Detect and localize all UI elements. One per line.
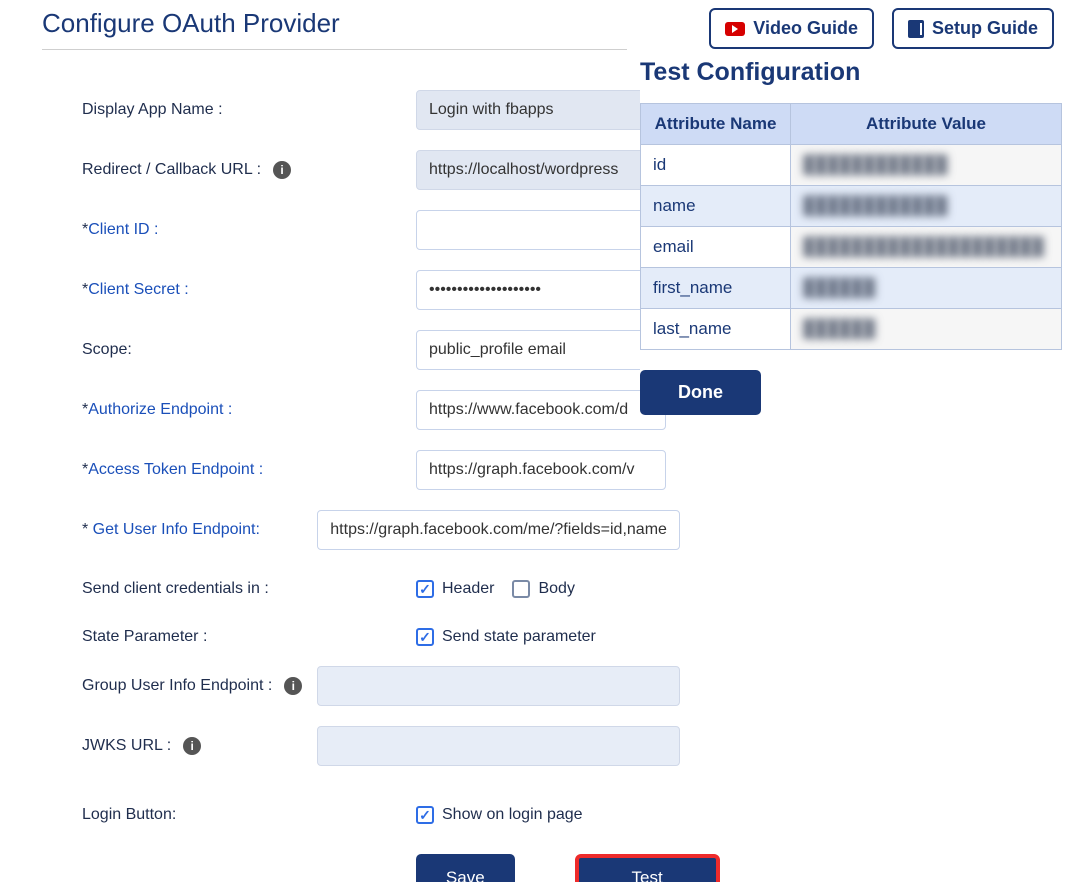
attr-name-cell: email [641, 227, 791, 268]
label-group-userinfo: Group User Info Endpoint : i [82, 677, 317, 695]
attribute-table: Attribute Name Attribute Value id███████… [640, 103, 1062, 350]
display-app-name-input[interactable] [416, 90, 666, 130]
done-button[interactable]: Done [640, 370, 761, 415]
test-configuration-button[interactable]: Test Configuration [575, 854, 720, 882]
book-icon [908, 20, 924, 38]
table-row: last_name██████ [641, 309, 1062, 350]
label-client-id: *Client ID : [82, 221, 416, 239]
label-send-credentials: Send client credentials in : [82, 580, 416, 598]
label-login-button: Login Button: [82, 806, 416, 824]
attr-value-cell: ██████ [791, 268, 1062, 309]
table-row: email████████████████████ [641, 227, 1062, 268]
table-row: id████████████ [641, 145, 1062, 186]
body-checkbox-label: Body [538, 580, 574, 598]
header-checkbox[interactable] [416, 580, 434, 598]
table-row: name████████████ [641, 186, 1062, 227]
attr-value-cell: ████████████████████ [791, 227, 1062, 268]
page-title: Configure OAuth Provider [42, 8, 627, 39]
youtube-icon [725, 22, 745, 36]
attr-name-cell: first_name [641, 268, 791, 309]
state-parameter-checkbox-label: Send state parameter [442, 628, 596, 646]
label-access-token-endpoint: *Access Token Endpoint : [82, 461, 416, 479]
attr-name-cell: id [641, 145, 791, 186]
label-scope: Scope: [82, 341, 416, 359]
body-checkbox[interactable] [512, 580, 530, 598]
attr-value-cell: ████████████ [791, 145, 1062, 186]
video-guide-button[interactable]: Video Guide [709, 8, 874, 49]
jwks-url-input[interactable] [317, 726, 680, 766]
label-client-secret: *Client Secret : [82, 281, 416, 299]
client-id-input[interactable] [416, 210, 666, 250]
label-authorize-endpoint: *Authorize Endpoint : [82, 401, 416, 419]
authorize-endpoint-input[interactable] [416, 390, 666, 430]
redirect-url-input[interactable] [416, 150, 666, 190]
client-secret-input[interactable] [416, 270, 666, 310]
access-token-endpoint-input[interactable] [416, 450, 666, 490]
label-display-app-name: Display App Name : [82, 101, 416, 119]
setup-guide-label: Setup Guide [932, 18, 1038, 39]
attr-value-header: Attribute Value [791, 104, 1062, 145]
label-state-parameter: State Parameter : [82, 628, 416, 646]
table-row: first_name██████ [641, 268, 1062, 309]
info-icon[interactable]: i [183, 737, 201, 755]
attr-name-cell: last_name [641, 309, 791, 350]
attr-name-header: Attribute Name [641, 104, 791, 145]
label-jwks-url: JWKS URL : i [82, 737, 317, 755]
label-redirect-url: Redirect / Callback URL : i [82, 161, 416, 179]
group-userinfo-input[interactable] [317, 666, 680, 706]
attr-value-cell: ████████████ [791, 186, 1062, 227]
info-icon[interactable]: i [273, 161, 291, 179]
show-login-checkbox-label: Show on login page [442, 806, 583, 824]
show-login-checkbox[interactable] [416, 806, 434, 824]
attr-value-cell: ██████ [791, 309, 1062, 350]
label-userinfo-endpoint: * Get User Info Endpoint: [82, 521, 317, 539]
setup-guide-button[interactable]: Setup Guide [892, 8, 1054, 49]
header-checkbox-label: Header [442, 580, 494, 598]
state-parameter-checkbox[interactable] [416, 628, 434, 646]
userinfo-endpoint-input[interactable] [317, 510, 680, 550]
scope-input[interactable] [416, 330, 666, 370]
save-settings-button[interactable]: Save settings [416, 854, 515, 882]
title-underline [42, 49, 627, 50]
attr-name-cell: name [641, 186, 791, 227]
info-icon[interactable]: i [284, 677, 302, 695]
test-configuration-title: Test Configuration [640, 58, 1062, 87]
test-configuration-panel: Test Configuration Attribute Name Attrib… [640, 58, 1062, 415]
video-guide-label: Video Guide [753, 18, 858, 39]
